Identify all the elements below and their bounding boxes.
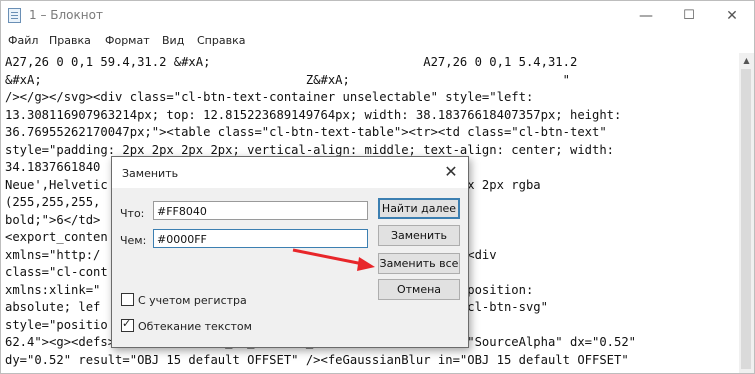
replace-all-button[interactable]: Заменить все bbox=[378, 253, 460, 274]
title-bar: 1 – Блокнот — ☐ ✕ bbox=[1, 1, 754, 31]
menu-view[interactable]: Вид bbox=[162, 34, 184, 47]
editor-line: class="cl-cont bbox=[5, 265, 108, 279]
replace-button[interactable]: Заменить bbox=[378, 225, 460, 246]
editor-line: /></g></svg><div class="cl-btn-text-cont… bbox=[5, 90, 534, 104]
dialog-title: Заменить bbox=[122, 167, 179, 180]
replace-label: Чем: bbox=[120, 234, 147, 247]
match-case-checkbox[interactable] bbox=[121, 293, 134, 306]
editor-line: 36.76955262170047px;"><table class="cl-b… bbox=[5, 125, 607, 139]
notepad-icon bbox=[8, 8, 21, 23]
editor-line: &#xA; Z&#xA; " bbox=[5, 72, 570, 87]
replace-input[interactable]: #0000FF bbox=[153, 229, 368, 248]
editor-line: (255,255,255, bbox=[5, 195, 101, 209]
notepad-window: 1 – Блокнот — ☐ ✕ Файл Правка Формат Вид… bbox=[0, 0, 755, 374]
wrap-around-label: Обтекание текстом bbox=[138, 320, 252, 333]
editor-line: A27,26 0 0,1 59.4,31.2 &#xA; A27,26 0 0,… bbox=[5, 55, 578, 69]
menu-bar: Файл Правка Формат Вид Справка bbox=[1, 31, 754, 53]
find-input[interactable]: #FF8040 bbox=[153, 201, 368, 220]
scroll-thumb[interactable] bbox=[741, 69, 751, 369]
replace-dialog: Заменить ✕ Что: #FF8040 Чем: #0000FF Най… bbox=[111, 156, 469, 348]
match-case-label: С учетом регистра bbox=[138, 294, 247, 307]
wrap-around-option[interactable]: Обтекание текстом bbox=[121, 317, 252, 333]
minimize-button[interactable]: — bbox=[626, 3, 666, 29]
menu-file[interactable]: Файл bbox=[8, 34, 38, 47]
wrap-around-checkbox[interactable] bbox=[121, 317, 134, 332]
find-next-button[interactable]: Найти далее bbox=[378, 198, 460, 219]
window-title: 1 – Блокнот bbox=[29, 8, 103, 22]
vertical-scrollbar[interactable]: ▲ bbox=[739, 53, 754, 373]
maximize-button[interactable]: ☐ bbox=[669, 3, 709, 29]
menu-format[interactable]: Формат bbox=[105, 34, 150, 47]
editor-line: dy="0.52" result="OBJ 15 default OFFSET"… bbox=[5, 352, 629, 367]
match-case-option[interactable]: С учетом регистра bbox=[121, 293, 247, 307]
menu-edit[interactable]: Правка bbox=[49, 34, 91, 47]
dialog-title-bar: Заменить ✕ bbox=[112, 157, 468, 188]
menu-help[interactable]: Справка bbox=[197, 34, 245, 47]
scroll-up-arrow-icon[interactable]: ▲ bbox=[739, 53, 754, 68]
close-button[interactable]: ✕ bbox=[712, 3, 752, 29]
find-label: Что: bbox=[120, 207, 145, 220]
dialog-close-icon[interactable]: ✕ bbox=[440, 161, 462, 183]
editor-line: 13.308116907963214px; top: 12.8152236891… bbox=[5, 107, 622, 122]
cancel-button[interactable]: Отмена bbox=[378, 279, 460, 300]
